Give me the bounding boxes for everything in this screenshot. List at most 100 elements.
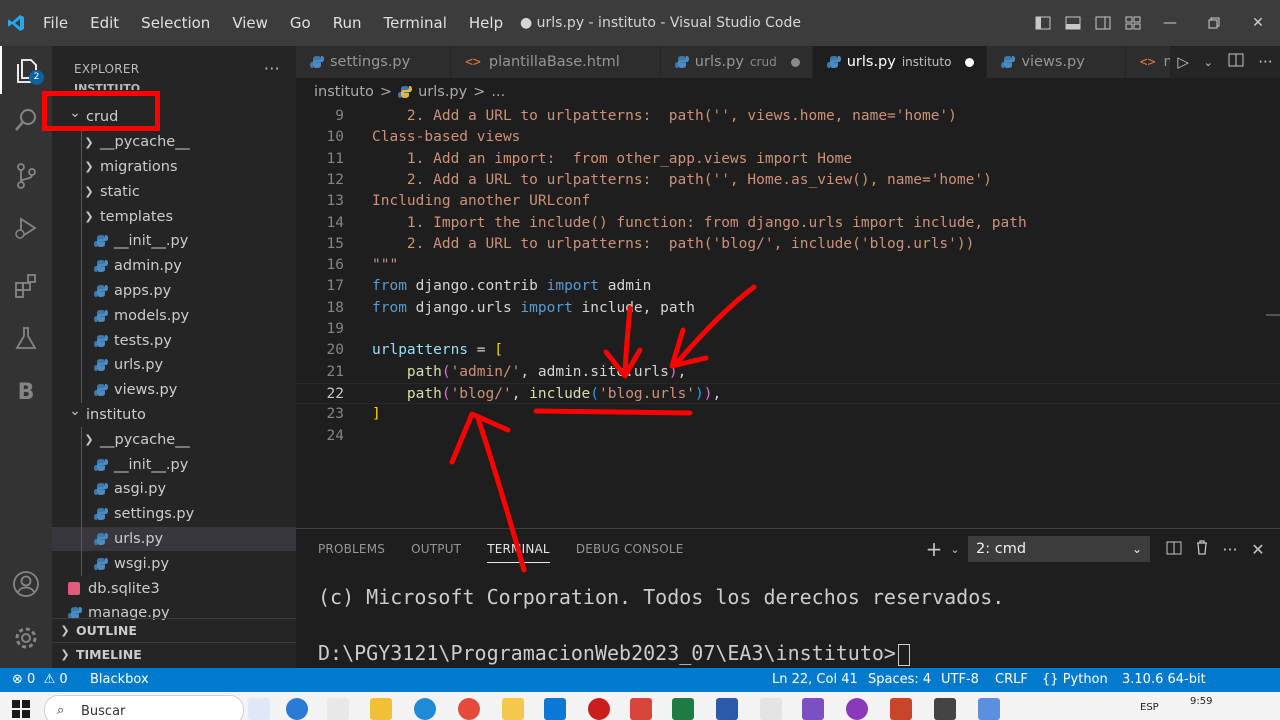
tree-file[interactable]: settings.py [52,501,296,527]
breadcrumb-symbol[interactable]: ... [491,84,505,100]
tree-folder[interactable]: ❯ migrations [52,154,296,180]
app-icon[interactable] [846,698,868,720]
code-line[interactable]: 16 """ [296,255,1280,276]
interpreter-status[interactable]: 3.10.6 64-bit [1122,668,1206,692]
tree-folder[interactable]: ⌄ crud [52,105,296,130]
tree-folder[interactable]: ❯ __pycache__ [52,427,296,453]
app-icon[interactable] [978,698,1000,720]
code-line[interactable]: 24 [296,426,1280,447]
menu-item-go[interactable]: Go [279,0,322,46]
more-actions-icon[interactable]: ··· [1258,53,1272,71]
app-icon[interactable] [760,698,782,720]
clock-time[interactable]: 9:59 [1190,696,1212,707]
tree-file[interactable]: asgi.py [52,476,296,502]
powerpoint-icon[interactable] [890,698,912,720]
tree-file[interactable]: views.py [52,377,296,403]
terminal-prompt[interactable]: D:\PGY3121\ProgramacionWeb2023_07\EA3\in… [318,641,910,666]
widgets-icon[interactable] [248,698,270,720]
tree-file[interactable]: tests.py [52,328,296,353]
indentation-status[interactable]: Spaces: 4 [868,668,931,692]
close-panel-icon[interactable]: ✕ [1244,540,1272,559]
code-line[interactable]: 23] [296,404,1280,425]
tree-file[interactable]: admin.py [52,253,296,279]
code-line[interactable]: 19 [296,319,1280,340]
new-terminal-icon[interactable]: + [920,537,948,561]
more-actions-icon[interactable]: ··· [264,54,280,84]
restore-button[interactable] [1192,0,1236,46]
tree-file[interactable]: wsgi.py [52,551,296,577]
problems-status[interactable]: ⊗ 0 ⚠ 0 [12,668,68,692]
tree-file[interactable]: __init__.py [52,228,296,254]
editor-tab[interactable]: views.py [987,46,1126,78]
extensions-icon[interactable] [0,262,52,310]
code-line[interactable]: 17 from django.contrib import admin [296,276,1280,297]
run-debug-icon[interactable] [0,204,52,252]
file-explorer-icon[interactable] [370,698,392,720]
encoding-status[interactable]: UTF-8 [941,668,979,692]
split-editor-icon[interactable] [1228,53,1244,71]
tree-folder[interactable]: ⌄ instituto [52,403,296,428]
terminal-select[interactable]: 2: cmd ⌄ [968,536,1150,562]
chrome-browser-icon[interactable] [458,698,480,720]
language-status[interactable]: {} Python [1042,668,1108,692]
eol-status[interactable]: CRLF [995,668,1028,692]
code-line[interactable]: 18 from django.urls import include, path [296,298,1280,319]
editor-tab[interactable]: <> plantillaBase.html [451,46,661,78]
toggle-secondary-sidebar-icon[interactable] [1088,0,1118,46]
code-line[interactable]: 11 1. Add an import: from other_app.view… [296,149,1280,170]
code-line[interactable]: 21 path('admin/', admin.site.urls), [296,362,1280,383]
toggle-sidebar-icon[interactable] [1028,0,1058,46]
code-line[interactable]: 20 urlpatterns = [ [296,340,1280,361]
tree-file[interactable]: db.sqlite3 [52,576,296,601]
excel-icon[interactable] [672,698,694,720]
panel-tab-debug-console[interactable]: DEBUG CONSOLE [576,529,684,569]
keyboard-language[interactable]: ESP [1140,702,1159,713]
tree-file[interactable]: apps.py [52,278,296,304]
menu-item-help[interactable]: Help [458,0,514,46]
split-terminal-icon[interactable] [1160,540,1188,559]
chevron-down-icon[interactable]: ⌄ [948,543,962,556]
blackbox-icon[interactable]: B [0,368,52,416]
visual-studio-icon[interactable] [802,698,824,720]
app-icon[interactable] [630,698,652,720]
chevron-down-icon[interactable]: ⌄ [1204,56,1213,69]
edge-browser-icon[interactable] [414,698,436,720]
app-icon[interactable] [934,698,956,720]
notes-icon[interactable] [502,698,524,720]
run-file-icon[interactable]: ▷ [1177,53,1189,71]
panel-tab-output[interactable]: OUTPUT [411,529,461,569]
menu-item-selection[interactable]: Selection [130,0,221,46]
unsaved-dot-icon[interactable] [965,57,975,67]
testing-flask-icon[interactable] [0,314,52,362]
workspace-title[interactable]: INSTITUTO [74,82,140,90]
panel-tab-problems[interactable]: PROBLEMS [318,529,385,569]
tree-folder[interactable]: ❯ __pycache__ [52,129,296,155]
editor-tab[interactable]: settings.py [296,46,452,78]
breadcrumb-folder[interactable]: instituto [314,84,374,100]
search-icon[interactable] [0,96,52,144]
code-editor[interactable]: 9 2. Add a URL to urlpatterns: path('', … [296,106,1280,526]
menu-item-file[interactable]: File [32,0,79,46]
tree-file[interactable]: urls.py [52,352,296,378]
panel-tab-terminal[interactable]: TERMINAL [487,529,550,569]
more-actions-icon[interactable]: ··· [1216,540,1244,559]
menu-item-terminal[interactable]: Terminal [373,0,458,46]
app-icon[interactable] [286,698,308,720]
opera-icon[interactable] [588,698,610,720]
editor-tab[interactable]: urls.py instituto [812,46,988,78]
accounts-icon[interactable] [0,560,52,608]
menu-item-edit[interactable]: Edit [79,0,130,46]
minimize-button[interactable]: — [1148,0,1192,46]
code-line[interactable]: 9 2. Add a URL to urlpatterns: path('', … [296,106,1280,127]
taskbar-search-box[interactable]: ⌕ Buscar [44,695,244,720]
outline-section[interactable]: ❯ OUTLINE [52,618,296,642]
code-line[interactable]: 13 Including another URLconf [296,191,1280,212]
code-line[interactable]: 22 path('blog/', include('blog.urls')), [296,382,1280,405]
menu-item-run[interactable]: Run [322,0,373,46]
menu-item-view[interactable]: View [221,0,279,46]
windows-start-icon[interactable] [12,700,30,720]
explorer-icon[interactable]: 2 [0,46,52,94]
customize-layout-icon[interactable] [1118,0,1148,46]
close-window-button[interactable]: ✕ [1236,0,1280,46]
tree-folder[interactable]: ❯ templates [52,204,296,229]
